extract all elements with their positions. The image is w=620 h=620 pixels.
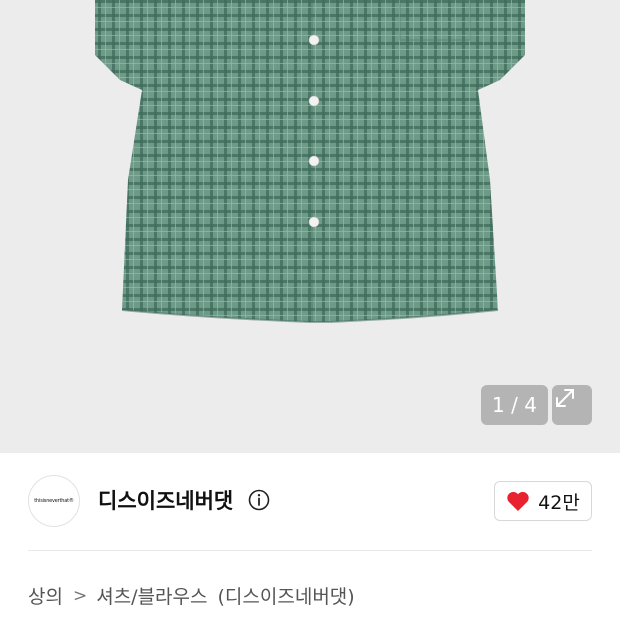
heart-icon — [507, 491, 529, 511]
breadcrumb-category[interactable]: 상의 — [28, 582, 63, 609]
expand-button[interactable] — [552, 385, 592, 425]
breadcrumb: 상의 > 셔츠/블라우스 (디스이즈네버댓) — [28, 582, 355, 609]
brand-logo[interactable]: thisisneverthat® — [28, 475, 80, 527]
info-circle-icon[interactable] — [248, 489, 270, 511]
brand-name[interactable]: 디스이즈네버댓 — [98, 485, 233, 515]
breadcrumb-brand[interactable]: (디스이즈네버댓) — [218, 582, 355, 609]
image-counter: 1 / 4 — [481, 385, 548, 425]
product-image-gallery[interactable]: 1 / 4 — [0, 0, 620, 453]
like-count: 42만 — [538, 491, 580, 514]
breadcrumb-subcategory[interactable]: 셔츠/블라우스 — [96, 582, 207, 609]
image-counter-separator: / — [504, 393, 525, 417]
brand-row: thisisneverthat® 디스이즈네버댓 42만 — [0, 453, 620, 550]
divider — [28, 550, 592, 551]
image-current: 1 — [492, 393, 505, 417]
like-button[interactable]: 42만 — [494, 481, 592, 521]
chevron-right-icon: > — [72, 585, 88, 606]
expand-arrows-icon — [556, 389, 574, 407]
brand-logo-text: thisisneverthat® — [34, 498, 74, 504]
image-total: 4 — [524, 393, 537, 417]
